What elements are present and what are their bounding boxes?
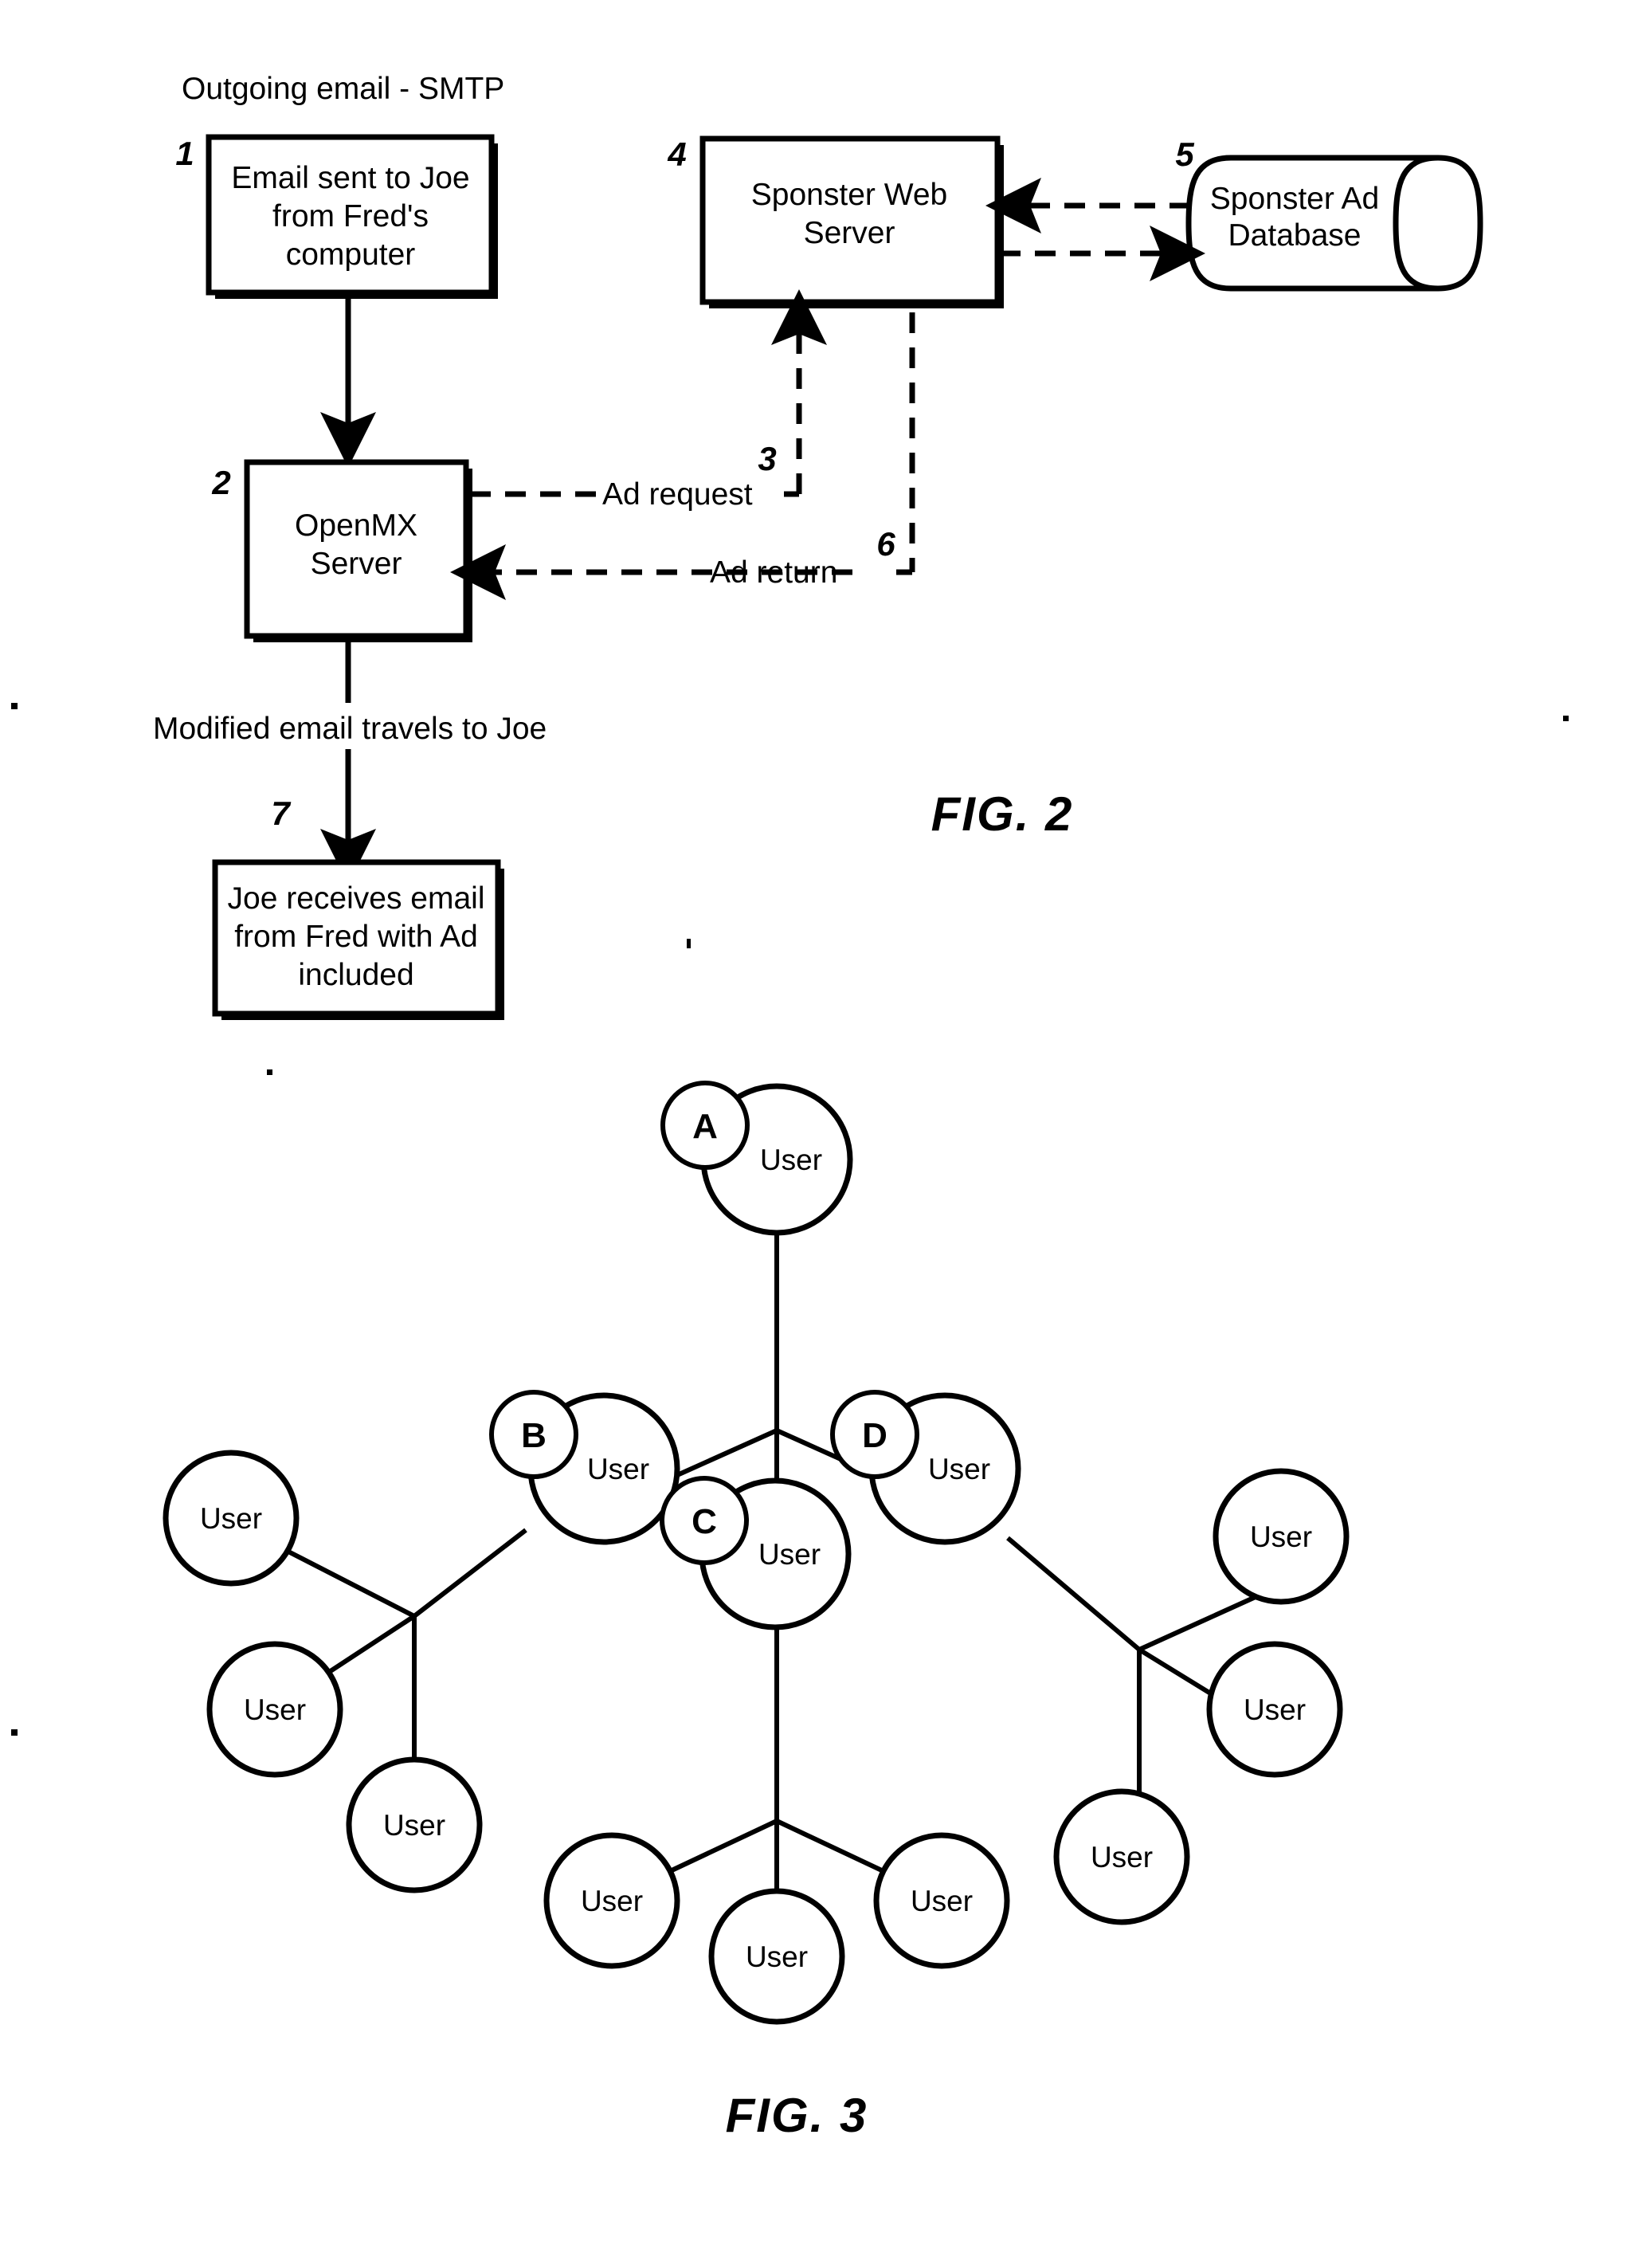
node-c1[interactable]: User (543, 1832, 680, 1969)
patent-drawing-sheet: Outgoing email - SMTP 1 Email sent to Jo… (0, 0, 1626, 2268)
box-1-line-1: Email sent to Joe (231, 161, 469, 195)
node-c3-label: User (911, 1885, 973, 1917)
box-7-line-1: Joe receives email (228, 881, 485, 916)
node-c3[interactable]: User (873, 1832, 1010, 1969)
figures-canvas: Outgoing email - SMTP 1 Email sent to Jo… (11, 72, 1569, 2142)
node-c2[interactable]: User (708, 1888, 845, 2025)
box-5-sponster-ad-database: 5 Sponster Ad Database (1175, 135, 1483, 292)
node-b3-label: User (383, 1809, 445, 1842)
box-1-line-3: computer (286, 237, 416, 272)
node-b2[interactable]: User (206, 1641, 343, 1778)
ad-request-label: Ad request (602, 477, 753, 512)
box-2-line-1: OpenMX (295, 508, 417, 543)
outgoing-email-label: Outgoing email - SMTP (182, 72, 504, 106)
node-a[interactable]: User A (660, 1081, 853, 1236)
figure-2-group: Outgoing email - SMTP 1 Email sent to Jo… (153, 72, 1483, 1020)
node-d3-label: User (1091, 1841, 1153, 1874)
node-d3[interactable]: User (1053, 1788, 1190, 1925)
modified-email-label: Modified email travels to Joe (153, 712, 547, 746)
node-c2-label: User (746, 1940, 808, 1973)
box-7-line-2: from Fred with Ad (234, 920, 478, 954)
figure-3-group: User A User B User C User D User User Us… (163, 1081, 1350, 2142)
box-7-joe-receives: 7 Joe receives email from Fred with Ad i… (212, 795, 504, 1020)
ref-number-4: 4 (667, 135, 686, 173)
box-2-openmx-server: 2 OpenMX Server (211, 459, 472, 642)
connection-3-ad-request: Ad request 3 (470, 289, 827, 512)
box-5-line-2: Database (1228, 218, 1362, 253)
node-b2-label: User (244, 1693, 306, 1726)
node-d-label: User (928, 1453, 990, 1485)
node-d2-label: User (1244, 1693, 1306, 1726)
box-1-email-sent: 1 Email sent to Joe from Fred's computer (175, 134, 498, 299)
ref-number-7: 7 (271, 795, 291, 832)
node-b3[interactable]: User (346, 1756, 483, 1893)
box-4-line-2: Server (804, 216, 895, 250)
ref-number-6: 6 (876, 525, 895, 563)
node-d1-label: User (1250, 1521, 1312, 1553)
node-d1[interactable]: User (1213, 1468, 1350, 1605)
connection-6-ad-return: Ad return 6 (450, 312, 915, 600)
node-b1[interactable]: User (163, 1450, 300, 1587)
node-b[interactable]: User B (489, 1390, 680, 1545)
ref-number-5: 5 (1175, 135, 1194, 173)
box-7-line-3: included (298, 958, 413, 992)
node-a-label: User (760, 1144, 822, 1176)
box-1-line-2: from Fred's (272, 199, 429, 233)
ad-return-label: Ad return (710, 555, 837, 590)
node-b1-label: User (200, 1502, 262, 1535)
badge-b-letter: B (521, 1416, 547, 1455)
box-4-line-1: Sponster Web (751, 178, 947, 212)
badge-d-letter: D (862, 1416, 887, 1455)
figure-3-caption: FIG. 3 (726, 2089, 868, 2142)
ref-number-2: 2 (211, 464, 230, 501)
ref-number-3: 3 (758, 440, 776, 477)
node-c-label: User (758, 1538, 821, 1571)
figure-2-caption: FIG. 2 (931, 787, 1074, 841)
node-d[interactable]: User D (830, 1390, 1021, 1545)
box-4-sponster-web-server: 4 Sponster Web Server (667, 135, 1004, 308)
badge-a-letter: A (692, 1107, 718, 1146)
ref-number-1: 1 (175, 135, 194, 172)
node-c1-label: User (581, 1885, 643, 1917)
node-d2[interactable]: User (1206, 1641, 1343, 1778)
node-b-label: User (587, 1453, 649, 1485)
box-5-line-1: Sponster Ad (1210, 182, 1379, 216)
node-c[interactable]: User C (660, 1476, 852, 1630)
badge-c-letter: C (692, 1502, 717, 1541)
box-2-line-2: Server (311, 547, 402, 581)
